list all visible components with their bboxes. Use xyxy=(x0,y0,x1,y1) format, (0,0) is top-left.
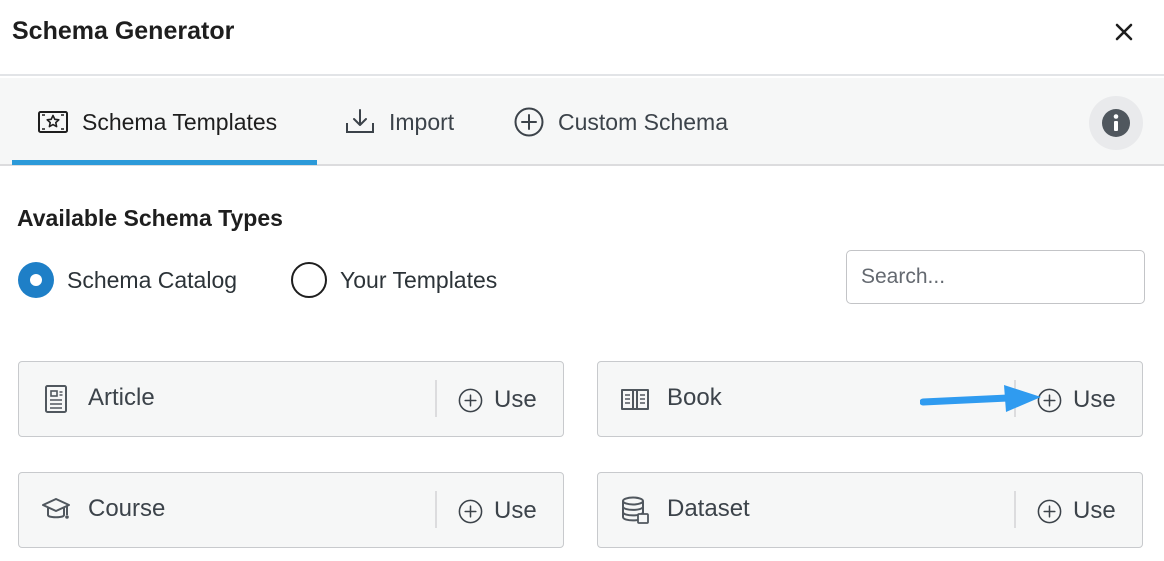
card-divider xyxy=(1014,491,1016,528)
article-icon xyxy=(45,385,67,413)
card-divider xyxy=(1014,380,1016,417)
use-label: Use xyxy=(1073,497,1116,524)
card-divider xyxy=(435,491,437,528)
schema-card-article: Article Use xyxy=(18,361,564,437)
schema-card-book: Book Use xyxy=(597,361,1143,437)
use-label: Use xyxy=(494,497,537,524)
use-label: Use xyxy=(1073,386,1116,413)
tab-label: Custom Schema xyxy=(558,108,729,135)
radio-your-templates[interactable]: Your Templates xyxy=(291,260,497,300)
schema-name: Book xyxy=(667,384,722,411)
schema-name: Course xyxy=(88,495,166,522)
dialog-title: Schema Generator xyxy=(12,17,235,45)
schema-name: Article xyxy=(88,384,155,411)
plus-circle-icon xyxy=(1037,499,1062,523)
use-article-button[interactable]: Use xyxy=(457,362,537,438)
book-icon xyxy=(621,389,649,410)
info-icon xyxy=(1102,109,1130,137)
radio-checked-indicator xyxy=(18,262,54,298)
plus-circle-icon xyxy=(514,107,544,137)
close-button[interactable] xyxy=(1108,16,1140,48)
plus-circle-icon xyxy=(1037,388,1062,412)
schema-generator-dialog: Schema Generator Schema Templates Import xyxy=(0,0,1164,561)
use-course-button[interactable]: Use xyxy=(457,473,537,549)
schema-card-dataset: Dataset Use xyxy=(597,472,1143,548)
radio-label: Schema Catalog xyxy=(67,266,238,293)
schema-card-course: Course Use xyxy=(18,472,564,548)
tab-bar: Schema Templates Import Custom Schema xyxy=(0,78,1164,166)
active-tab-indicator xyxy=(12,160,317,165)
graduation-cap-icon xyxy=(42,498,70,519)
tab-label: Import xyxy=(389,108,455,135)
tab-custom-schema[interactable]: Custom Schema xyxy=(512,78,728,166)
schema-name: Dataset xyxy=(667,495,750,522)
radio-schema-catalog[interactable]: Schema Catalog xyxy=(18,260,237,300)
close-icon xyxy=(1115,23,1133,41)
dialog-header: Schema Generator xyxy=(0,0,1164,76)
info-button[interactable] xyxy=(1089,96,1143,150)
use-book-button[interactable]: Use xyxy=(1036,362,1116,438)
use-dataset-button[interactable]: Use xyxy=(1036,473,1116,549)
database-icon xyxy=(622,496,649,524)
card-divider xyxy=(435,380,437,417)
tab-import[interactable]: Import xyxy=(343,78,454,166)
template-icon xyxy=(38,111,68,133)
plus-circle-icon xyxy=(458,388,483,412)
tab-label: Schema Templates xyxy=(82,108,278,135)
import-icon xyxy=(346,109,374,133)
plus-circle-icon xyxy=(458,499,483,523)
use-label: Use xyxy=(494,386,537,413)
radio-label: Your Templates xyxy=(340,266,498,293)
radio-unchecked-indicator xyxy=(291,262,327,298)
tab-schema-templates[interactable]: Schema Templates xyxy=(36,78,277,166)
search-input[interactable] xyxy=(846,250,1145,304)
section-title: Available Schema Types xyxy=(17,205,283,231)
